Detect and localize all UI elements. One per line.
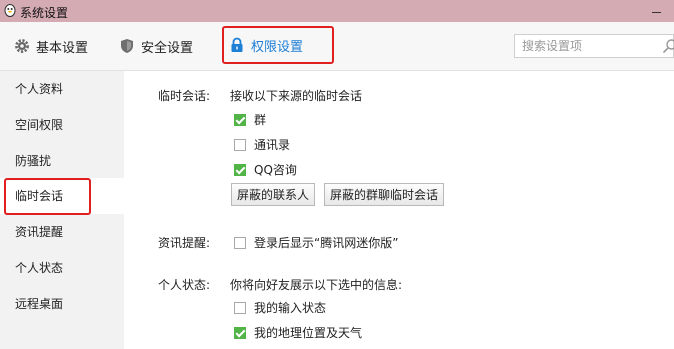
temp-chat-description: 接收以下来源的临时会话 bbox=[230, 89, 363, 103]
option-qq-consult[interactable]: QQ咨询 bbox=[234, 161, 297, 178]
selection-highlight-box bbox=[4, 178, 91, 215]
sidebar-item-label: 个人状态 bbox=[15, 261, 64, 275]
option-label: 我的输入状态 bbox=[254, 301, 327, 315]
sidebar-item-label: 资讯提醒 bbox=[15, 225, 64, 239]
tab-permission-settings[interactable]: 权限设置 bbox=[222, 26, 334, 64]
minimize-button[interactable] bbox=[646, 3, 672, 19]
option-show-tencent-mini[interactable]: 登录后显示“腾讯网迷你版” bbox=[234, 234, 398, 251]
sidebar-item-space-permission[interactable]: 空间权限 bbox=[0, 107, 124, 143]
option-label: 我的地理位置及天气 bbox=[254, 326, 363, 340]
blocked-group-temp-chat-button[interactable]: 屏蔽的群聊临时会话 bbox=[324, 183, 445, 206]
window-title: 系统设置 bbox=[20, 6, 69, 20]
sidebar-item-label: 防骚扰 bbox=[15, 154, 52, 168]
sidebar-item-anti-harassment[interactable]: 防骚扰 bbox=[0, 143, 124, 179]
blocked-contacts-button[interactable]: 屏蔽的联系人 bbox=[231, 183, 316, 206]
checkbox[interactable] bbox=[234, 326, 246, 339]
option-label: 群 bbox=[254, 113, 267, 127]
sidebar-item-personal-status[interactable]: 个人状态 bbox=[0, 250, 124, 286]
option-label: 通讯录 bbox=[254, 138, 291, 152]
gear-icon bbox=[15, 39, 29, 53]
checkbox[interactable] bbox=[234, 301, 246, 314]
tab-security-settings[interactable]: 安全设置 bbox=[119, 22, 193, 70]
option-label: 登录后显示“腾讯网迷你版” bbox=[254, 236, 399, 250]
sidebar-item-label: 远程桌面 bbox=[15, 297, 64, 311]
checkbox[interactable] bbox=[234, 113, 246, 126]
personal-status-label: 个人状态: bbox=[158, 278, 211, 292]
search-input[interactable] bbox=[515, 35, 652, 57]
temp-chat-label: 临时会话: bbox=[158, 89, 211, 103]
sidebar: 个人资料 空间权限 防骚扰 临时会话 资讯提醒 个人状态 远程桌面 bbox=[0, 71, 124, 349]
shield-icon bbox=[121, 39, 133, 53]
sidebar-item-label: 空间权限 bbox=[15, 118, 64, 132]
personal-status-description: 你将向好友展示以下选中的信息: bbox=[230, 278, 403, 292]
top-toolbar: 基本设置 安全设置 权限设置 bbox=[0, 22, 674, 71]
tab-label: 权限设置 bbox=[251, 39, 304, 55]
qq-penguin-icon bbox=[4, 4, 16, 17]
sidebar-item-temp-chat[interactable]: 临时会话 bbox=[0, 178, 124, 215]
title-bar: 系统设置 bbox=[0, 0, 674, 22]
sidebar-item-news-reminder[interactable]: 资讯提醒 bbox=[0, 214, 124, 250]
settings-content: 临时会话: 接收以下来源的临时会话 群 通讯录 QQ咨询 屏蔽的联系人 屏蔽的群… bbox=[124, 71, 674, 349]
sidebar-item-personal-profile[interactable]: 个人资料 bbox=[0, 71, 124, 107]
option-contacts[interactable]: 通讯录 bbox=[234, 136, 290, 153]
search-icon[interactable] bbox=[662, 38, 674, 54]
checkbox[interactable] bbox=[234, 138, 246, 151]
news-reminder-label: 资讯提醒: bbox=[158, 236, 211, 250]
option-group-chat[interactable]: 群 bbox=[234, 111, 266, 128]
sidebar-item-remote-desktop[interactable]: 远程桌面 bbox=[0, 286, 124, 322]
option-label: QQ咨询 bbox=[254, 163, 297, 177]
checkbox[interactable] bbox=[234, 163, 246, 176]
tab-label: 基本设置 bbox=[36, 40, 89, 56]
tab-label: 安全设置 bbox=[141, 40, 194, 56]
checkbox[interactable] bbox=[234, 236, 246, 249]
lock-icon bbox=[231, 37, 243, 52]
tab-basic-settings[interactable]: 基本设置 bbox=[14, 22, 88, 70]
option-typing-status[interactable]: 我的输入状态 bbox=[234, 299, 326, 316]
search-box bbox=[514, 34, 674, 58]
sidebar-item-label: 个人资料 bbox=[15, 82, 64, 96]
option-location-weather[interactable]: 我的地理位置及天气 bbox=[234, 324, 362, 341]
